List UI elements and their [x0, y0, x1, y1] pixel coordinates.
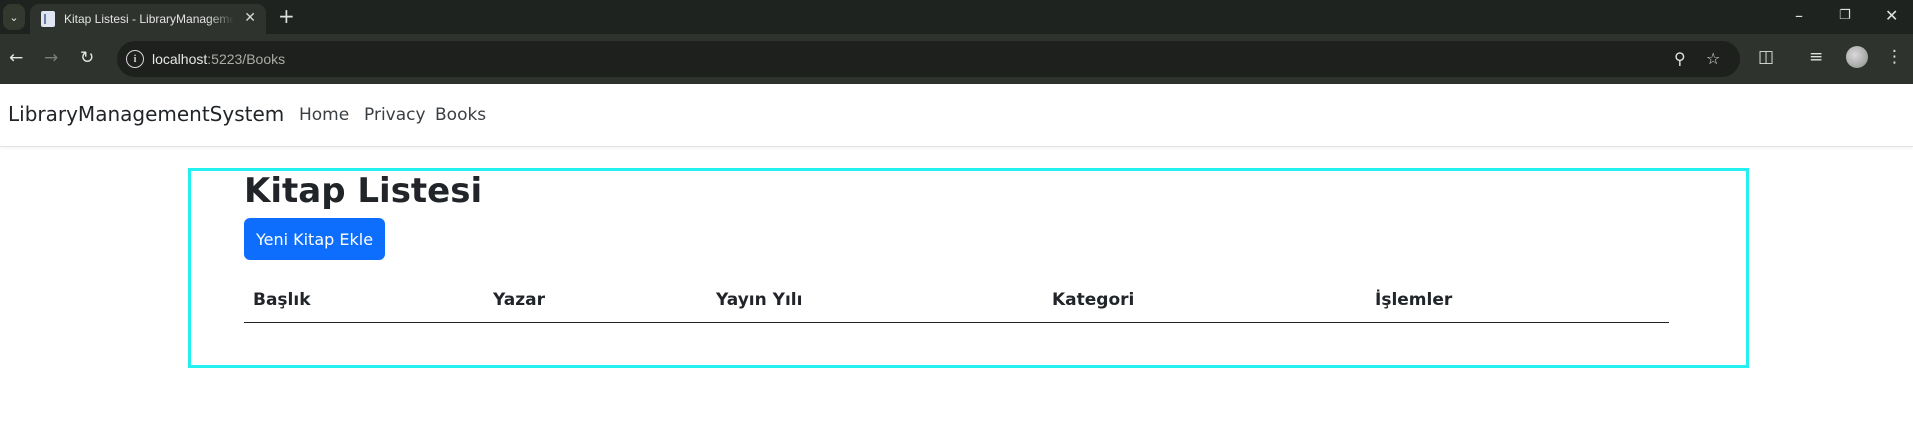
bookmark-star-icon[interactable]: ☆: [1706, 49, 1720, 68]
extensions-puzzle-icon[interactable]: ◫: [1758, 47, 1774, 67]
column-header-actions: İşlemler: [1375, 290, 1453, 310]
forward-arrow-icon[interactable]: →: [44, 48, 58, 68]
tab-search-button[interactable]: ⌄: [3, 4, 25, 30]
add-book-button[interactable]: Yeni Kitap Ekle: [244, 218, 385, 260]
new-tab-plus-icon[interactable]: +: [278, 6, 295, 26]
nav-link-privacy[interactable]: Privacy: [364, 105, 426, 125]
column-header-title: Başlık: [253, 290, 311, 310]
chevron-down-icon: ⌄: [9, 10, 19, 24]
close-icon[interactable]: ✕: [244, 10, 256, 26]
brand-link[interactable]: LibraryManagementSystem: [8, 102, 284, 126]
column-header-publish-year: Yayın Yılı: [716, 290, 803, 310]
browser-tab[interactable]: Kitap Listesi - LibraryManagementSystem …: [30, 4, 266, 34]
site-info-icon[interactable]: i: [126, 50, 144, 68]
nav-link-books[interactable]: Books: [435, 105, 486, 125]
back-arrow-icon[interactable]: ←: [9, 48, 23, 68]
window-close-icon[interactable]: ✕: [1885, 6, 1898, 26]
url-host: localhost: [152, 51, 208, 67]
browser-toolbar: ← → ↻ i localhost:5223/Books ⚲ ☆ ◫ ≡ ⋮: [0, 34, 1913, 84]
column-header-author: Yazar: [493, 290, 545, 310]
restore-icon[interactable]: ❐: [1839, 6, 1851, 26]
profile-avatar-icon[interactable]: [1846, 46, 1868, 68]
more-menu-icon[interactable]: ⋮: [1886, 47, 1903, 67]
page-title: Kitap Listesi: [244, 171, 483, 211]
column-header-category: Kategori: [1052, 290, 1135, 310]
books-table-header: Başlık Yazar Yayın Yılı Kategori İşlemle…: [244, 280, 1669, 323]
tab-title: Kitap Listesi - LibraryManagementSystem: [64, 12, 234, 26]
address-bar[interactable]: i localhost:5223/Books ⚲ ☆: [117, 41, 1740, 77]
nav-link-home[interactable]: Home: [299, 105, 349, 125]
zoom-icon[interactable]: ⚲: [1674, 49, 1686, 68]
media-queue-icon[interactable]: ≡: [1809, 47, 1823, 67]
main-container: Kitap Listesi Yeni Kitap Ekle Başlık Yaz…: [188, 168, 1749, 368]
page-favicon-icon: [41, 11, 55, 27]
site-navbar: LibraryManagementSystem Home Privacy Boo…: [0, 84, 1913, 147]
minimize-icon[interactable]: –: [1795, 6, 1803, 26]
reload-icon[interactable]: ↻: [80, 48, 94, 68]
url-path: :5223/Books: [207, 51, 286, 67]
browser-tab-strip: ⌄ Kitap Listesi - LibraryManagementSyste…: [0, 0, 1913, 34]
url-text[interactable]: localhost:5223/Books: [152, 51, 285, 67]
